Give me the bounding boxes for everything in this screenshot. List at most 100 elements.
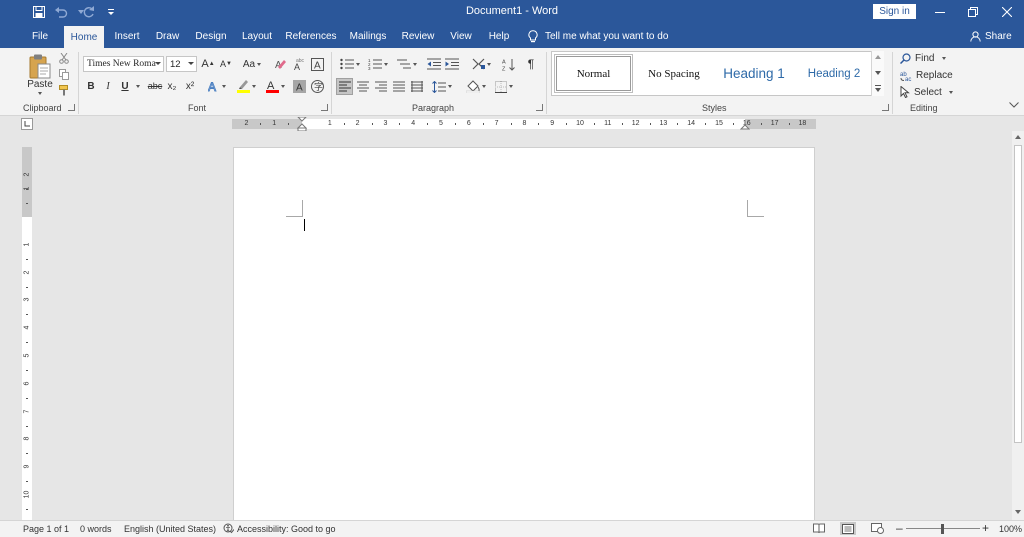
vertical-ruler[interactable]: 2 1 1 2 3 4 5 6 7 8 9 10	[22, 147, 32, 520]
zoom-out-icon[interactable]: –	[896, 521, 903, 535]
copy-icon[interactable]	[58, 68, 70, 80]
horizontal-ruler[interactable]: 2 1 1 2 3 4 5 6 7 8 9 10 11 12 13 14 15 16 17 18	[232, 117, 816, 131]
first-line-indent-marker[interactable]	[297, 117, 307, 131]
font-size-combo[interactable]: 12	[166, 56, 197, 72]
bullets-icon[interactable]	[338, 56, 362, 72]
borders-icon[interactable]	[492, 78, 516, 95]
tab-insert[interactable]: Insert	[111, 24, 143, 48]
accessibility-status[interactable]: Accessibility: Good to go	[223, 523, 336, 534]
sign-in-button[interactable]: Sign in	[873, 4, 916, 19]
italic-button[interactable]: I	[101, 78, 115, 94]
styles-more-icon[interactable]	[875, 85, 881, 92]
minimize-icon[interactable]	[923, 0, 957, 24]
tab-mailings[interactable]: Mailings	[345, 24, 391, 48]
font-launcher-icon[interactable]	[321, 104, 328, 111]
read-mode-icon[interactable]	[813, 523, 825, 534]
paragraph-launcher-icon[interactable]	[536, 104, 543, 111]
right-indent-marker[interactable]	[740, 122, 750, 130]
multilevel-list-icon[interactable]	[394, 56, 420, 72]
tab-review[interactable]: Review	[399, 24, 437, 48]
scroll-up-icon[interactable]	[1015, 135, 1021, 139]
find-button[interactable]: Find	[900, 51, 948, 65]
highlight-color-icon[interactable]	[234, 78, 258, 94]
tab-view[interactable]: View	[446, 24, 476, 48]
style-normal[interactable]: Normal	[554, 54, 633, 93]
document-page[interactable]	[233, 147, 815, 527]
distributed-icon[interactable]	[408, 78, 425, 95]
styles-scroll-down-icon[interactable]	[875, 71, 881, 75]
style-heading-2[interactable]: Heading 2	[795, 54, 873, 93]
select-button[interactable]: Select	[900, 85, 953, 99]
phonetic-guide-icon[interactable]: abc A	[292, 56, 306, 72]
replace-button[interactable]: ab ac Replace	[900, 68, 953, 82]
styles-scroll-up-icon[interactable]	[875, 55, 881, 59]
cut-icon[interactable]	[58, 52, 70, 64]
tell-me-search[interactable]: Tell me what you want to do	[528, 24, 668, 48]
numbering-icon[interactable]: 123	[366, 56, 390, 72]
tab-layout[interactable]: Layout	[238, 24, 276, 48]
style-no-spacing[interactable]: No Spacing	[635, 54, 713, 93]
scrollbar-thumb[interactable]	[1014, 145, 1022, 443]
strikethrough-button[interactable]: abc	[146, 78, 164, 94]
print-layout-icon[interactable]	[840, 522, 856, 535]
grow-font-button[interactable]: A ▲	[201, 56, 215, 72]
sort-icon[interactable]: AZ	[500, 56, 516, 72]
shrink-font-button[interactable]: A ▼	[219, 56, 233, 72]
collapse-ribbon-icon[interactable]	[1008, 100, 1020, 110]
styles-launcher-icon[interactable]	[882, 104, 889, 111]
restore-icon[interactable]	[956, 0, 990, 24]
tab-draw[interactable]: Draw	[152, 24, 183, 48]
tab-design[interactable]: Design	[192, 24, 230, 48]
tab-selector-icon[interactable]	[21, 118, 33, 130]
character-border-icon[interactable]: A	[310, 56, 324, 72]
paste-dropdown-icon[interactable]	[35, 90, 43, 96]
enclose-characters-icon[interactable]: 字	[310, 78, 324, 94]
font-color-icon[interactable]: A	[262, 78, 288, 94]
page-count[interactable]: Page 1 of 1	[23, 524, 69, 534]
clipboard-launcher-icon[interactable]	[68, 104, 75, 111]
text-effects-icon[interactable]: A	[206, 78, 228, 94]
language-indicator[interactable]: English (United States)	[124, 524, 216, 534]
clear-formatting-icon[interactable]: A	[274, 56, 288, 72]
ruler-number: 2	[244, 120, 249, 127]
underline-button[interactable]: U	[118, 78, 132, 94]
subscript-button[interactable]: x₂	[165, 78, 179, 94]
close-icon[interactable]	[990, 0, 1024, 24]
tab-home[interactable]: Home	[64, 26, 104, 48]
increase-indent-icon[interactable]	[444, 56, 460, 72]
zoom-level[interactable]: 100%	[999, 524, 1022, 534]
show-formatting-marks-button[interactable]: ¶	[523, 56, 539, 72]
zoom-slider-thumb[interactable]	[941, 524, 944, 534]
style-heading-1[interactable]: Heading 1	[715, 54, 793, 93]
group-divider	[546, 52, 547, 114]
font-name-combo[interactable]: Times New Roma	[83, 56, 164, 72]
scroll-down-icon[interactable]	[1015, 510, 1021, 514]
justify-icon[interactable]	[390, 78, 407, 95]
align-center-icon[interactable]	[354, 78, 371, 95]
bold-button[interactable]: B	[84, 78, 98, 94]
paste-icon[interactable]	[28, 52, 52, 80]
underline-dropdown-icon[interactable]	[133, 78, 141, 94]
paste-label[interactable]: Paste	[24, 78, 56, 90]
vertical-scrollbar[interactable]	[1012, 131, 1024, 520]
share-button[interactable]: Share	[970, 24, 1012, 48]
tab-references[interactable]: References	[285, 24, 337, 48]
superscript-button[interactable]: x²	[183, 78, 197, 94]
word-count[interactable]: 0 words	[80, 524, 112, 534]
zoom-in-icon[interactable]: +	[982, 521, 989, 535]
format-painter-icon[interactable]	[58, 84, 70, 96]
web-layout-icon[interactable]	[871, 523, 884, 534]
top-margin-region	[22, 147, 32, 217]
document-title: Document1 - Word	[465, 5, 559, 17]
line-spacing-icon[interactable]	[430, 78, 454, 95]
asian-layout-icon[interactable]	[468, 56, 494, 72]
shading-icon[interactable]	[464, 78, 488, 95]
tab-help[interactable]: Help	[484, 24, 514, 48]
character-shading-icon[interactable]: A	[292, 78, 306, 94]
change-case-button[interactable]: Aa	[240, 56, 264, 72]
align-left-icon[interactable]	[336, 78, 353, 95]
decrease-indent-icon[interactable]	[426, 56, 442, 72]
align-right-icon[interactable]	[372, 78, 389, 95]
ruler-number: 1	[327, 120, 332, 127]
tab-file[interactable]: File	[26, 24, 54, 48]
